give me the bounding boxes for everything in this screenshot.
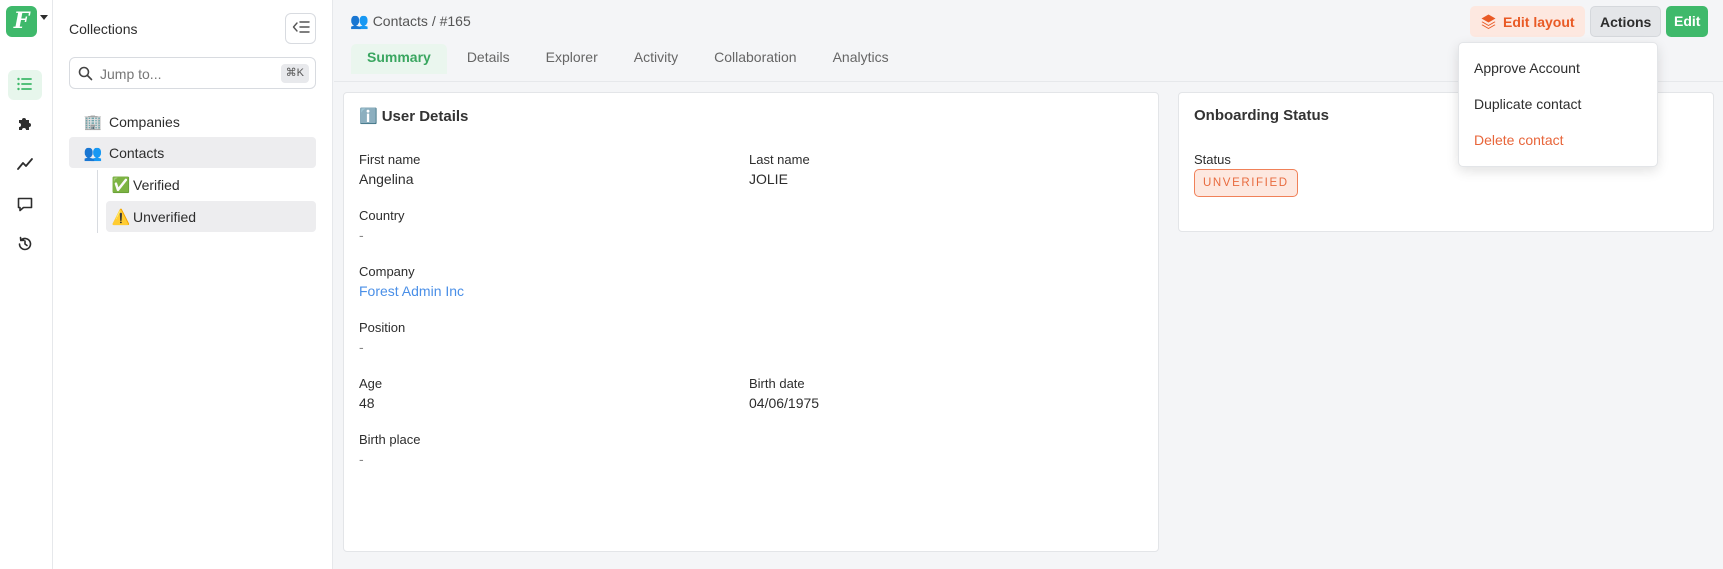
segment-label: Verified xyxy=(133,176,180,193)
collapse-sidebar-icon xyxy=(292,20,310,37)
list-icon xyxy=(16,75,34,96)
collection-item-companies[interactable]: 🏢 Companies xyxy=(83,106,316,137)
collapse-panel-button[interactable] xyxy=(285,13,316,44)
actions-dropdown: Approve Account Duplicate contact Delete… xyxy=(1458,42,1658,167)
tabs-bar: Summary Details Explorer Activity Collab… xyxy=(351,44,909,74)
age-value: 48 xyxy=(359,395,375,411)
segment-item-unverified[interactable]: ⚠️ Unverified xyxy=(106,201,316,232)
collection-item-contacts[interactable]: 👥 Contacts xyxy=(69,137,316,168)
status-badge: UNVERIFIED xyxy=(1194,169,1298,197)
collections-panel: Collections ⌘K 🏢 Companies 👥 Contacts ✅ … xyxy=(53,0,333,569)
people-icon: 👥 xyxy=(83,144,103,162)
chevron-down-icon[interactable] xyxy=(40,15,48,20)
first-name-value: Angelina xyxy=(359,171,414,187)
tree-connector xyxy=(97,170,98,233)
tab-explorer[interactable]: Explorer xyxy=(530,44,614,74)
plugins-nav-button[interactable] xyxy=(8,110,42,140)
tab-collaboration[interactable]: Collaboration xyxy=(698,44,813,74)
first-name-label: First name xyxy=(359,152,421,167)
actions-button[interactable]: Actions xyxy=(1590,6,1662,37)
building-icon: 🏢 xyxy=(83,113,103,131)
left-rail: F xyxy=(0,0,53,569)
search-input[interactable] xyxy=(100,64,260,84)
edit-button[interactable]: Edit xyxy=(1666,6,1709,37)
country-value: - xyxy=(359,227,364,243)
user-details-title: ℹ️ User Details xyxy=(359,107,469,126)
collection-label: Companies xyxy=(109,113,180,130)
segment-label: Unverified xyxy=(133,208,197,225)
country-label: Country xyxy=(359,208,405,223)
tab-analytics[interactable]: Analytics xyxy=(817,44,905,74)
birth-place-label: Birth place xyxy=(359,432,421,447)
segment-item-verified[interactable]: ✅ Verified xyxy=(106,169,316,200)
jump-to-search[interactable]: ⌘K xyxy=(69,57,316,89)
birth-date-label: Birth date xyxy=(749,376,805,391)
people-icon: 👥 xyxy=(350,13,369,30)
breadcrumb-text[interactable]: Contacts / #165 xyxy=(373,13,471,29)
tab-details[interactable]: Details xyxy=(451,44,526,74)
info-icon: ℹ️ xyxy=(359,108,378,125)
birth-date-value: 04/06/1975 xyxy=(749,395,820,411)
user-details-card: ℹ️ User Details First name Angelina Last… xyxy=(343,92,1159,552)
chat-icon xyxy=(16,195,34,216)
company-label: Company xyxy=(359,264,415,279)
history-icon xyxy=(16,235,34,256)
collections-nav-button[interactable] xyxy=(8,70,42,100)
analytics-nav-button[interactable] xyxy=(8,150,42,180)
status-label: Status xyxy=(1194,152,1231,167)
edit-layout-label: Edit layout xyxy=(1503,13,1575,30)
age-label: Age xyxy=(359,376,383,391)
tab-activity[interactable]: Activity xyxy=(618,44,694,74)
position-label: Position xyxy=(359,320,406,335)
check-icon: ✅ xyxy=(111,176,131,194)
shortcut-hint: ⌘K xyxy=(280,64,309,83)
collections-title: Collections xyxy=(69,21,138,37)
breadcrumb: 👥 Contacts / #165 xyxy=(350,12,471,30)
duplicate-contact-menu-item[interactable]: Duplicate contact xyxy=(1474,96,1581,112)
warning-icon: ⚠️ xyxy=(111,208,131,226)
last-name-label: Last name xyxy=(749,152,810,167)
delete-contact-menu-item[interactable]: Delete contact xyxy=(1474,132,1564,148)
history-nav-button[interactable] xyxy=(8,230,42,260)
birth-place-value: - xyxy=(359,451,364,467)
company-link[interactable]: Forest Admin Inc xyxy=(359,283,464,299)
collection-label: Contacts xyxy=(109,144,165,161)
user-details-title-text: User Details xyxy=(381,107,469,125)
layers-icon xyxy=(1481,14,1496,29)
edit-layout-button[interactable]: Edit layout xyxy=(1470,6,1585,37)
search-icon xyxy=(78,66,93,81)
collaboration-nav-button[interactable] xyxy=(8,190,42,220)
tab-summary[interactable]: Summary xyxy=(351,44,447,74)
app-logo[interactable]: F xyxy=(6,6,37,37)
chart-line-icon xyxy=(16,155,34,176)
puzzle-icon xyxy=(16,115,34,136)
last-name-value: JOLIE xyxy=(749,171,788,187)
position-value: - xyxy=(359,339,364,355)
approve-account-menu-item[interactable]: Approve Account xyxy=(1474,60,1580,76)
onboarding-status-title: Onboarding Status xyxy=(1194,107,1329,124)
